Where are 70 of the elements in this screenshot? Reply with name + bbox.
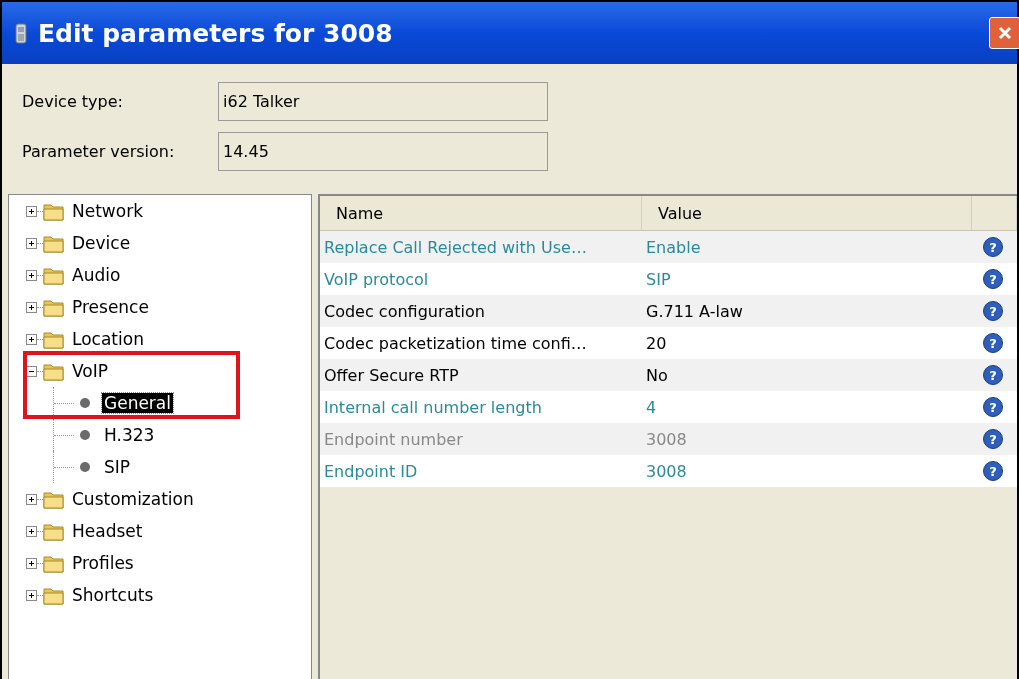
field-label: Parameter version:	[22, 142, 176, 161]
expand-toggle-icon[interactable]	[26, 557, 37, 569]
expand-toggle-icon[interactable]	[26, 333, 37, 345]
folder-icon	[43, 297, 65, 317]
table-cell-text: Offer Secure RTP	[323, 365, 460, 385]
folder-icon	[43, 265, 65, 285]
table-cell-text: 20	[645, 333, 668, 353]
tree-item[interactable]: Presence	[70, 297, 151, 317]
help-button[interactable]: ?	[983, 429, 1003, 449]
table-cell-text: No	[645, 365, 669, 385]
window-title: Edit parameters for 3008	[38, 18, 394, 48]
table-cell-text: Endpoint ID	[323, 461, 419, 481]
tree-item[interactable]: VoIP	[70, 361, 110, 381]
expand-toggle-icon[interactable]	[26, 493, 37, 505]
close-button[interactable]	[989, 17, 1019, 49]
table-cell-text: VoIP protocol	[323, 269, 430, 289]
table-cell-text: Codec packetization time confi…	[323, 333, 588, 353]
folder-icon	[43, 329, 65, 349]
phone-icon	[14, 22, 28, 44]
table-cell-text: Internal call number length	[323, 397, 543, 417]
expand-toggle-icon[interactable]	[26, 301, 37, 313]
text-field[interactable]: 14.45	[218, 132, 548, 171]
help-button[interactable]: ?	[983, 269, 1003, 289]
table-cell-text: 3008	[645, 461, 688, 481]
bullet-icon	[80, 430, 90, 440]
table-cell-text: G.711 A-law	[645, 301, 744, 321]
table-cell-text: Replace Call Rejected with Use…	[323, 237, 588, 257]
expand-toggle-icon[interactable]	[26, 589, 37, 601]
tree-item[interactable]: General	[102, 393, 173, 413]
help-button[interactable]: ?	[983, 301, 1003, 321]
table-cell-text: Endpoint number	[323, 429, 464, 449]
tree-item[interactable]: Shortcuts	[70, 585, 156, 605]
folder-icon	[43, 201, 65, 221]
expand-toggle-icon[interactable]	[26, 525, 37, 537]
close-icon	[997, 25, 1013, 41]
tree-item[interactable]: Network	[70, 201, 145, 221]
expand-toggle-icon[interactable]	[26, 237, 37, 249]
folder-icon	[43, 489, 65, 509]
folder-icon	[43, 361, 65, 381]
table-cell-text: 4	[645, 397, 658, 417]
tree-item[interactable]: Customization	[70, 489, 196, 509]
expand-toggle-icon[interactable]	[26, 269, 37, 281]
table-cell-text: 3008	[645, 429, 688, 449]
tree-item[interactable]: SIP	[102, 457, 133, 477]
folder-icon	[43, 585, 65, 605]
help-button[interactable]: ?	[983, 365, 1003, 385]
folder-icon	[43, 521, 65, 541]
tree-item[interactable]: Profiles	[70, 553, 136, 573]
column-header[interactable]: Name	[320, 196, 642, 230]
table-cell-text: SIP	[645, 269, 672, 289]
field-label: Device type:	[22, 92, 124, 111]
tree-item[interactable]: Location	[70, 329, 146, 349]
text-field[interactable]: i62 Talker	[218, 82, 548, 121]
table-cell-text: Codec configuration	[323, 301, 486, 321]
tree-item[interactable]: Headset	[70, 521, 145, 541]
bullet-icon	[80, 462, 90, 472]
tree-item[interactable]: H.323	[102, 425, 157, 445]
table-cell-text: Enable	[645, 237, 702, 257]
tree-item[interactable]: Audio	[70, 265, 123, 285]
collapse-toggle-icon[interactable]	[26, 365, 37, 377]
column-header[interactable]: Value	[642, 196, 972, 230]
folder-icon	[43, 233, 65, 253]
help-button[interactable]: ?	[983, 397, 1003, 417]
help-button[interactable]: ?	[983, 237, 1003, 257]
expand-toggle-icon[interactable]	[26, 205, 37, 217]
folder-icon	[43, 553, 65, 573]
tree-item[interactable]: Device	[70, 233, 133, 253]
help-button[interactable]: ?	[983, 333, 1003, 353]
bullet-icon	[80, 398, 90, 408]
help-button[interactable]: ?	[983, 461, 1003, 481]
